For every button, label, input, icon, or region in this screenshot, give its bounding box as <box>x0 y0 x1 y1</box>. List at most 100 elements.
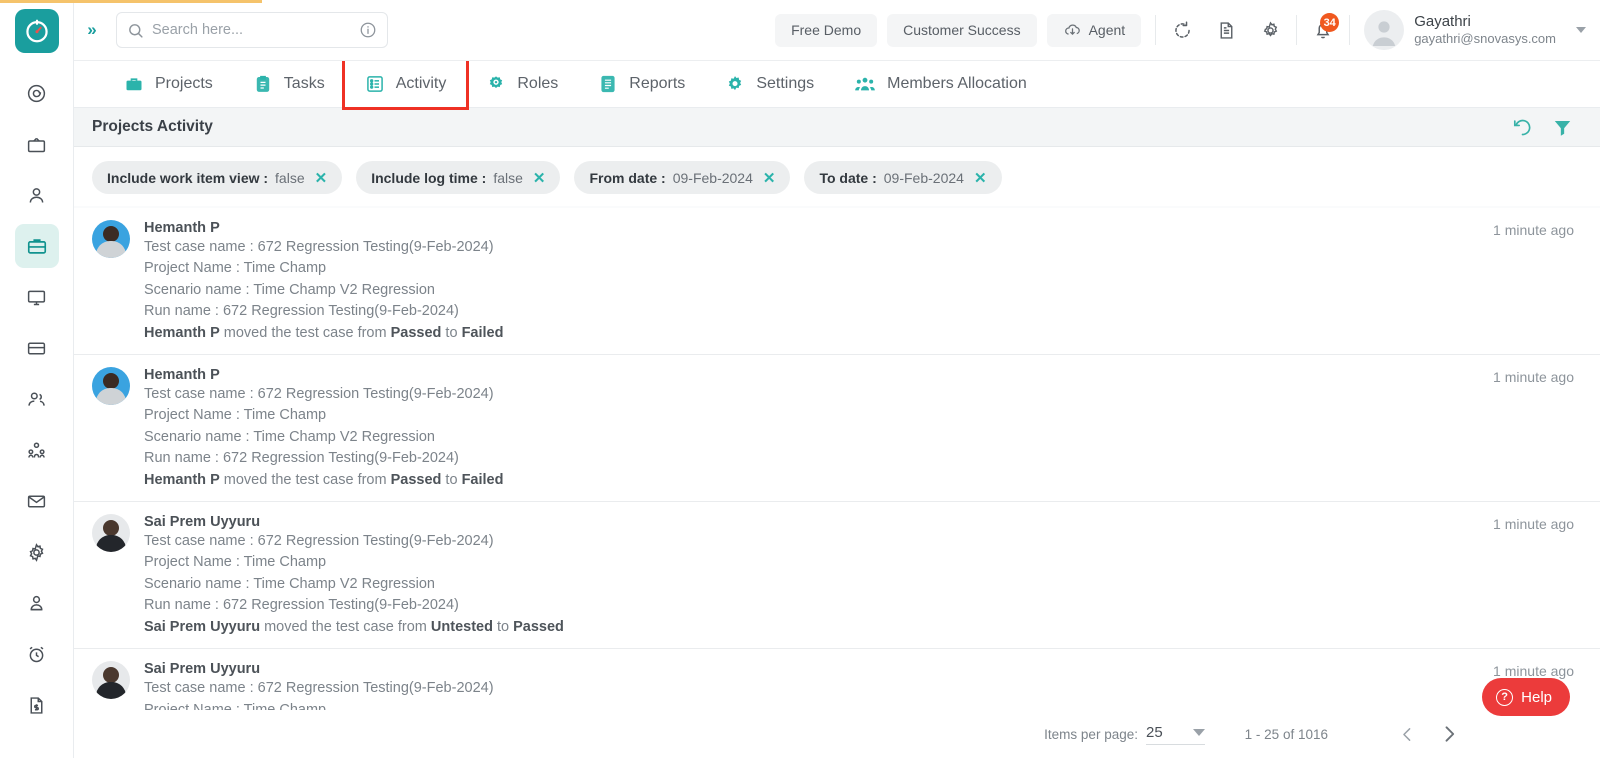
activity-action: Hemanth P moved the test case from Passe… <box>144 323 1582 344</box>
chip-value: false <box>275 169 305 186</box>
customer-success-label: Customer Success <box>903 22 1021 38</box>
activity-actor: Hemanth P <box>144 324 220 341</box>
tab-activity[interactable]: Activity <box>341 58 470 110</box>
clipboard-icon <box>253 74 273 94</box>
activity-scenario: Scenario name : Time Champ V2 Regression <box>144 575 435 592</box>
tab-members-allocation-label: Members Allocation <box>887 75 1027 92</box>
close-icon[interactable]: ✕ <box>974 169 987 187</box>
close-icon[interactable]: ✕ <box>763 169 776 187</box>
sidebar-item-desktop[interactable] <box>15 275 59 319</box>
activity-status-to: Failed <box>461 471 504 488</box>
tab-projects[interactable]: Projects <box>104 61 233 107</box>
activity-body: Hemanth P Test case name : 672 Regressio… <box>144 367 1582 491</box>
activity-time: 1 minute ago <box>1493 663 1574 680</box>
chevron-down-icon <box>1192 728 1205 736</box>
user-email: gayathri@snovasys.com <box>1414 31 1556 47</box>
org-chart-icon <box>28 441 45 458</box>
list-item[interactable]: Sai Prem Uyyuru Test case name : 672 Reg… <box>74 649 1600 710</box>
free-demo-label: Free Demo <box>791 22 862 38</box>
chevron-left-icon <box>1402 727 1410 741</box>
chip-include-work-item-view[interactable]: Include work item view : false ✕ <box>92 161 343 194</box>
search-box[interactable] <box>116 12 388 48</box>
avatar <box>92 514 130 553</box>
activity-status-to: Failed <box>461 324 504 341</box>
chip-include-log-time[interactable]: Include log time : false ✕ <box>356 161 561 194</box>
next-page-button[interactable] <box>1428 713 1470 755</box>
activity-status-from: Untested <box>430 618 493 635</box>
activity-project: Project Name : Time Champ <box>144 407 327 424</box>
sidebar-item-profile[interactable] <box>15 173 59 217</box>
user-menu[interactable]: Gayathri gayathri@snovasys.com <box>1354 10 1564 50</box>
activity-project: Project Name : Time Champ <box>144 554 327 571</box>
timechamp-clock-logo[interactable] <box>14 9 59 53</box>
info-circle-icon <box>360 22 376 38</box>
items-per-page-select[interactable]: 25 <box>1145 724 1205 745</box>
list-item[interactable]: Sai Prem Uyyuru Test case name : 672 Reg… <box>74 502 1600 650</box>
tab-tasks-label: Tasks <box>283 75 325 92</box>
app-root: » Free Demo Customer Success Agent <box>0 0 1600 758</box>
activity-action-mid: moved the test case from <box>219 324 391 341</box>
help-button[interactable]: ? Help <box>1482 678 1570 716</box>
header-divider-3 <box>1349 15 1351 45</box>
document-icon[interactable] <box>1204 10 1248 50</box>
sidebar-item-mail[interactable] <box>15 479 59 523</box>
chip-from-date[interactable]: From date : 09-Feb-2024 ✕ <box>574 161 791 194</box>
list-box-icon <box>365 74 385 94</box>
sidebar-item-settings[interactable] <box>15 530 59 574</box>
question-circle-icon: ? <box>1496 688 1514 706</box>
activity-action-to-word: to <box>441 324 462 341</box>
activity-user: Sai Prem Uyyuru <box>144 514 261 531</box>
close-icon[interactable]: ✕ <box>533 169 546 187</box>
tab-tasks[interactable]: Tasks <box>233 61 345 107</box>
gear-icon[interactable] <box>1248 10 1292 50</box>
sidebar-item-screen-recording[interactable] <box>15 122 59 166</box>
tab-members-allocation[interactable]: Members Allocation <box>834 61 1047 107</box>
chevron-down-icon[interactable] <box>1576 27 1586 33</box>
briefcase-icon <box>124 74 144 94</box>
chevron-right-icon <box>1445 726 1455 742</box>
free-demo-button[interactable]: Free Demo <box>775 13 878 47</box>
sidebar-item-projects[interactable] <box>14 224 59 268</box>
chip-label: From date : <box>589 169 666 186</box>
people-group-icon <box>854 74 876 94</box>
chevrons-right-icon[interactable]: » <box>74 20 108 40</box>
sidebar-item-billing[interactable] <box>15 326 59 370</box>
activity-action: Hemanth P moved the test case from Passe… <box>144 470 1582 491</box>
chip-to-date[interactable]: To date : 09-Feb-2024 ✕ <box>804 161 1002 194</box>
header-divider-2 <box>1296 15 1298 45</box>
list-item[interactable]: Hemanth P Test case name : 672 Regressio… <box>74 208 1600 356</box>
sidebar-item-timesheet[interactable] <box>15 632 59 676</box>
chip-label: Include work item view : <box>107 169 269 186</box>
alarm-clock-icon <box>29 646 44 662</box>
customer-success-button[interactable]: Customer Success <box>887 13 1037 47</box>
activity-test-case: Test case name : 672 Regression Testing(… <box>144 533 494 550</box>
tab-settings[interactable]: Settings <box>705 61 834 107</box>
target-gear-icon <box>486 74 506 94</box>
reset-icon[interactable] <box>1502 117 1542 138</box>
sidebar-item-activity-tracker[interactable] <box>15 71 59 115</box>
sidebar-item-invoices[interactable] <box>15 683 59 727</box>
tab-reports[interactable]: Reports <box>578 61 705 107</box>
avatar <box>1364 10 1405 50</box>
tab-roles[interactable]: Roles <box>466 61 578 107</box>
sidebar-item-teams[interactable] <box>15 377 59 421</box>
filter-funnel-icon[interactable] <box>1542 117 1582 138</box>
sidebar-item-account[interactable] <box>15 581 59 625</box>
search-input[interactable] <box>152 22 351 38</box>
activity-body: Sai Prem Uyyuru Test case name : 672 Reg… <box>144 514 1582 638</box>
refresh-icon[interactable] <box>1160 10 1204 50</box>
sidebar-item-organization[interactable] <box>15 428 59 472</box>
tab-reports-label: Reports <box>629 75 686 92</box>
activity-panel: Projects Activity Include work item view… <box>74 108 1600 758</box>
chip-label: To date : <box>819 169 877 186</box>
prev-page-button[interactable] <box>1386 713 1428 755</box>
activity-project: Project Name : Time Champ <box>144 260 327 277</box>
close-icon[interactable]: ✕ <box>315 169 328 187</box>
bell-icon[interactable]: 34 <box>1301 10 1345 50</box>
activity-time: 1 minute ago <box>1493 516 1574 533</box>
list-item[interactable]: Hemanth P Test case name : 672 Regressio… <box>74 355 1600 503</box>
activity-feed[interactable]: Hemanth P Test case name : 672 Regressio… <box>74 208 1600 710</box>
activity-scenario: Scenario name : Time Champ V2 Regression <box>144 281 435 298</box>
avatar <box>92 661 130 700</box>
agent-button[interactable]: Agent <box>1046 13 1142 47</box>
